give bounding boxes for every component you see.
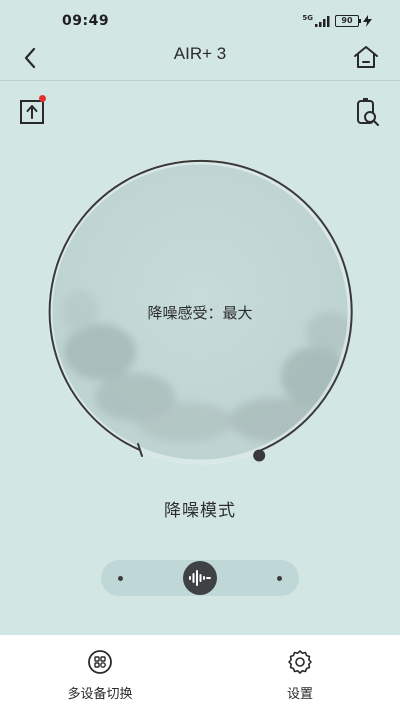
network-type: 5G bbox=[302, 13, 313, 22]
noise-level-label: 降噪感受：最大 bbox=[147, 304, 253, 322]
mode-slider-knob[interactable] bbox=[183, 561, 217, 595]
soundwave-icon bbox=[189, 570, 211, 586]
mode-slider[interactable] bbox=[101, 560, 299, 596]
notification-badge bbox=[39, 95, 46, 102]
home-button[interactable] bbox=[350, 41, 382, 73]
battery-level: 90 bbox=[341, 16, 353, 25]
battery-indicator: 90 bbox=[335, 15, 361, 27]
mode-title: 降噪模式 bbox=[164, 501, 236, 521]
mode-option-left[interactable] bbox=[118, 576, 123, 581]
status-time: 09:49 bbox=[62, 13, 110, 29]
device-switch-icon bbox=[88, 650, 112, 674]
bottom-nav: 多设备切换 设置 bbox=[0, 635, 400, 711]
dial-handle[interactable] bbox=[253, 449, 266, 462]
find-earbuds-icon bbox=[357, 98, 379, 126]
find-device-button[interactable] bbox=[354, 96, 382, 128]
mode-option-right[interactable] bbox=[277, 576, 282, 581]
nav-label-multi-device: 多设备切换 bbox=[67, 687, 133, 702]
nav-multi-device-switch[interactable]: 多设备切换 bbox=[40, 647, 160, 702]
nav-label-settings: 设置 bbox=[286, 687, 313, 702]
signal-icon bbox=[315, 15, 330, 27]
page-title: AIR+ 3 bbox=[173, 44, 227, 63]
header: AIR+ 3 bbox=[0, 38, 400, 81]
charging-icon bbox=[363, 15, 372, 27]
share-button[interactable] bbox=[18, 95, 48, 126]
home-icon bbox=[354, 46, 378, 68]
status-bar: 09:49 5G 90 bbox=[0, 0, 400, 40]
nav-settings[interactable]: 设置 bbox=[240, 647, 360, 702]
status-icons: 5G 90 bbox=[302, 13, 372, 27]
gear-icon bbox=[288, 650, 312, 674]
